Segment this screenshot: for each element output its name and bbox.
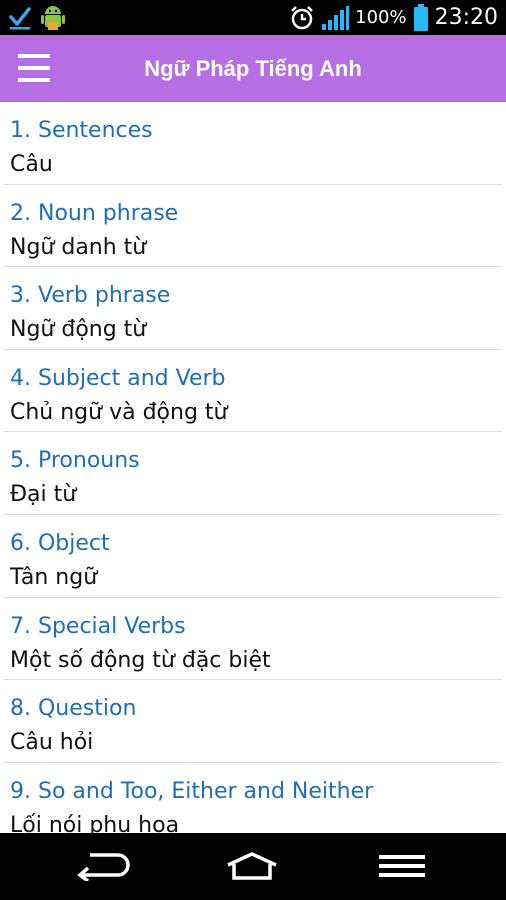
navigation-bar bbox=[0, 833, 506, 900]
list-item-title: 3. Verb phrase bbox=[10, 283, 171, 309]
list-item-subtitle: Đại từ bbox=[10, 482, 77, 508]
list-item-title: 4. Subject and Verb bbox=[10, 365, 226, 391]
list-item-subtitle: Câu hỏi bbox=[10, 730, 94, 756]
list-item[interactable]: 1. Sentences Câu bbox=[4, 102, 502, 185]
page-title: Ngữ Pháp Tiếng Anh bbox=[144, 56, 362, 81]
status-bar: 100% 23:20 bbox=[0, 0, 506, 35]
list-item-subtitle: Câu bbox=[10, 152, 53, 177]
list-item-subtitle: Tân ngữ bbox=[10, 564, 98, 590]
clock: 23:20 bbox=[434, 5, 498, 30]
list-item-subtitle: Chủ ngữ và động từ bbox=[10, 399, 228, 425]
signal-icon bbox=[322, 5, 350, 30]
list-item-title: 5. Pronouns bbox=[10, 448, 140, 474]
list-item-title: 7. Special Verbs bbox=[10, 613, 186, 639]
list-item-title: 2. Noun phrase bbox=[10, 200, 179, 226]
list-item-subtitle: Ngữ động từ bbox=[10, 317, 147, 343]
list-item[interactable]: 2. Noun phrase Ngữ danh từ bbox=[4, 185, 502, 268]
list-item-title: 1. Sentences bbox=[10, 118, 153, 143]
menu-icon[interactable] bbox=[362, 843, 442, 889]
battery-percent: 100% bbox=[355, 7, 407, 28]
alarm-icon bbox=[291, 5, 314, 29]
list-item[interactable]: 6. Object Tân ngữ bbox=[4, 515, 502, 598]
home-icon[interactable] bbox=[212, 843, 292, 889]
list-item-subtitle: Lối nói phụ họa bbox=[10, 812, 180, 833]
app-bar: Ngữ Pháp Tiếng Anh bbox=[0, 35, 506, 102]
back-icon[interactable] bbox=[62, 843, 142, 889]
list-item-subtitle: Ngữ danh từ bbox=[10, 234, 147, 260]
list-item[interactable]: 3. Verb phrase Ngữ động từ bbox=[4, 267, 502, 350]
hamburger-menu-icon[interactable] bbox=[14, 51, 54, 87]
lesson-list[interactable]: 1. Sentences Câu 2. Noun phrase Ngữ danh… bbox=[0, 102, 506, 833]
list-item[interactable]: 9. So and Too, Either and Neither Lối nó… bbox=[4, 763, 502, 833]
list-item-title: 9. So and Too, Either and Neither bbox=[10, 778, 374, 804]
list-item-title: 6. Object bbox=[10, 530, 110, 556]
list-item[interactable]: 8. Question Câu hỏi bbox=[4, 680, 502, 763]
notification-icons bbox=[8, 5, 66, 31]
list-item[interactable]: 5. Pronouns Đại từ bbox=[4, 432, 502, 515]
list-item-title: 8. Question bbox=[10, 696, 137, 722]
android-icon bbox=[41, 6, 65, 30]
list-item[interactable]: 7. Special Verbs Một số động từ đặc biệt bbox=[4, 598, 502, 681]
check-icon bbox=[9, 7, 31, 30]
system-icons: 100% 23:20 bbox=[289, 0, 498, 35]
battery-icon bbox=[413, 3, 428, 31]
list-item-subtitle: Một số động từ đặc biệt bbox=[10, 647, 271, 673]
list-item[interactable]: 4. Subject and Verb Chủ ngữ và động từ bbox=[4, 350, 502, 433]
